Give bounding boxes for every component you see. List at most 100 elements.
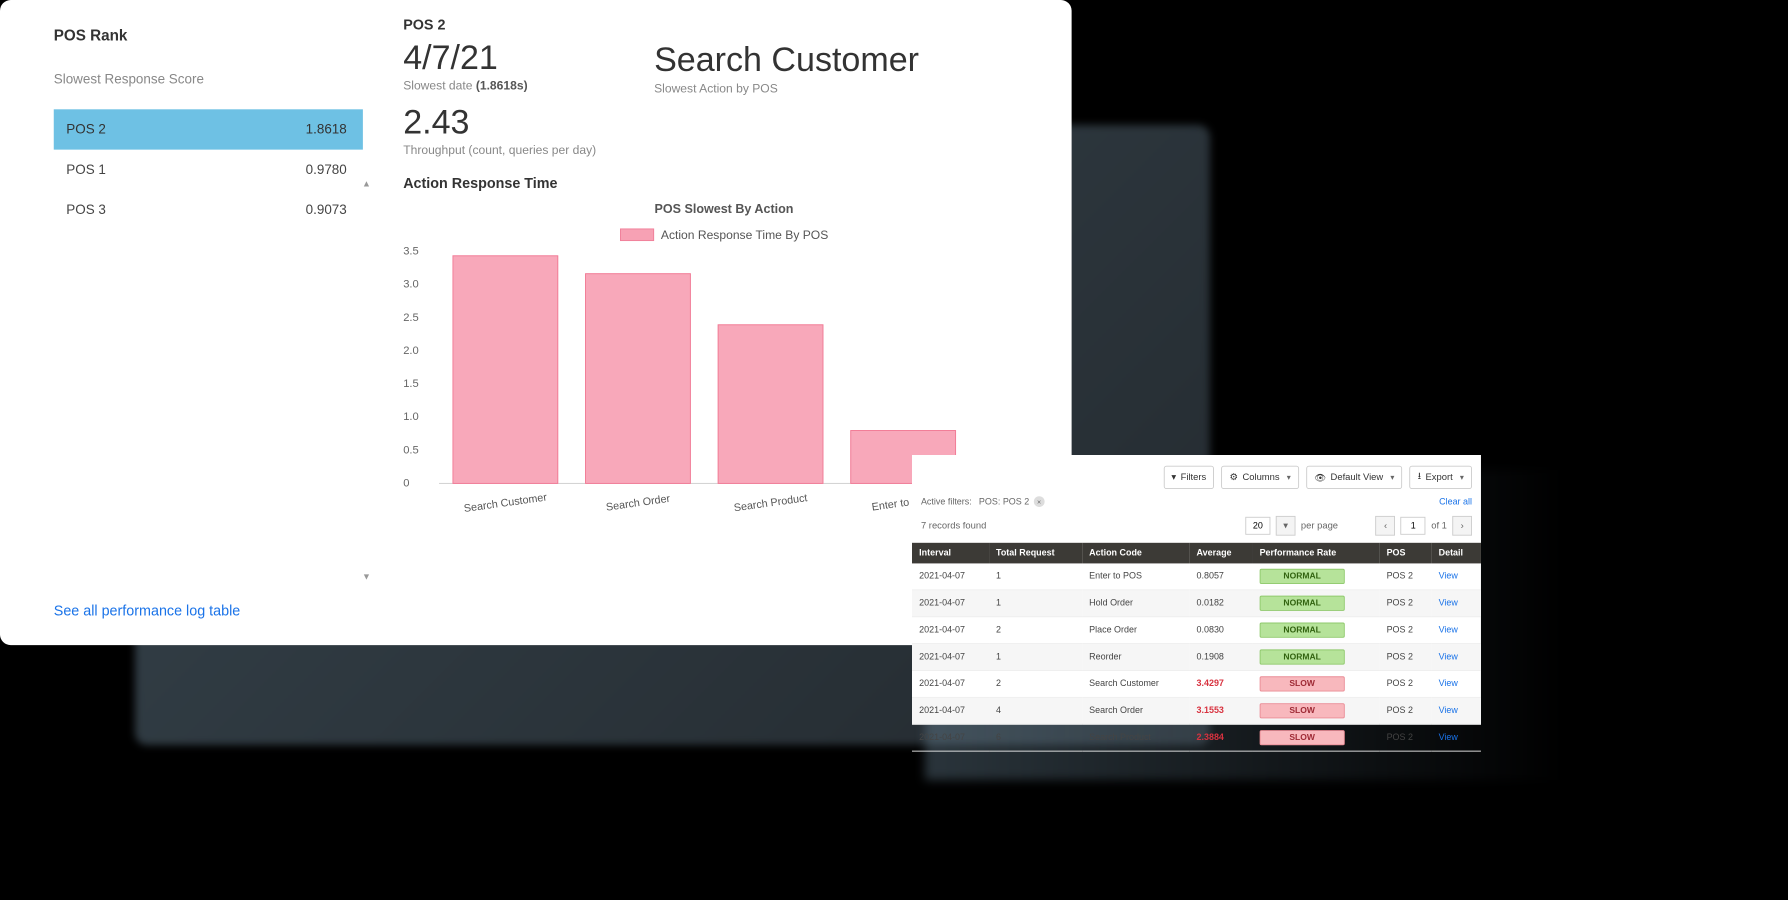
view-detail-link[interactable]: View bbox=[1439, 733, 1458, 743]
throughput-value: 2.43 bbox=[403, 106, 1045, 142]
active-filter-chip-label: POS: POS 2 bbox=[979, 497, 1029, 507]
performance-rate-badge: NORMAL bbox=[1260, 569, 1345, 584]
cell-action-code: Enter to POS bbox=[1082, 563, 1189, 589]
slowest-action-caption: Slowest Action by POS bbox=[654, 82, 919, 95]
gear-icon: ⚙ bbox=[1230, 472, 1238, 483]
rank-score: 1.8618 bbox=[306, 122, 347, 137]
table-column-header[interactable]: Detail bbox=[1431, 543, 1481, 564]
dashboard-card: POS Rank Slowest Response Score POS 21.8… bbox=[0, 0, 1072, 645]
cell-detail: View bbox=[1431, 644, 1481, 671]
records-found-label: 7 records found bbox=[921, 520, 986, 531]
table-column-header[interactable]: Average bbox=[1189, 543, 1252, 564]
view-button[interactable]: 👁 Default View bbox=[1306, 466, 1402, 489]
cell-action-code: Reorder bbox=[1082, 644, 1189, 671]
table-column-header[interactable]: POS bbox=[1379, 543, 1431, 564]
view-detail-link[interactable]: View bbox=[1439, 571, 1458, 581]
page-size-dropdown-button[interactable]: ▾ bbox=[1276, 516, 1296, 536]
cell-average: 2.3884 bbox=[1189, 724, 1252, 751]
rank-row[interactable]: POS 21.8618 bbox=[54, 109, 363, 149]
cell-pos: POS 2 bbox=[1379, 563, 1431, 589]
slowest-action-value: Search Customer bbox=[654, 41, 919, 80]
rank-row[interactable]: POS 30.9073 bbox=[54, 190, 363, 230]
pos-rank-sidebar: POS Rank Slowest Response Score POS 21.8… bbox=[0, 0, 376, 645]
cell-performance-rate: NORMAL bbox=[1252, 590, 1379, 617]
throughput-caption: Throughput (count, queries per day) bbox=[403, 143, 1045, 156]
cell-interval: 2021-04-07 bbox=[912, 724, 989, 751]
cell-performance-rate: SLOW bbox=[1252, 670, 1379, 697]
cell-total-request: 1 bbox=[989, 563, 1082, 589]
y-axis-tick: 2.5 bbox=[403, 311, 419, 324]
sidebar-subtitle: Slowest Response Score bbox=[54, 72, 377, 87]
y-axis-tick: 3.0 bbox=[403, 278, 419, 291]
legend-swatch-icon bbox=[620, 229, 654, 242]
slowest-date-caption: Slowest date (1.8618s) bbox=[403, 79, 618, 92]
rank-score: 0.9073 bbox=[306, 202, 347, 217]
filters-button[interactable]: ▾ Filters bbox=[1163, 466, 1214, 489]
bar-slot: Search Order bbox=[572, 251, 705, 484]
table-row: 2021-04-071Reorder0.1908NORMALPOS 2View bbox=[912, 644, 1481, 671]
view-detail-link[interactable]: View bbox=[1439, 598, 1458, 608]
cell-average: 0.8057 bbox=[1189, 563, 1252, 589]
view-detail-link[interactable]: View bbox=[1439, 625, 1458, 635]
table-column-header[interactable]: Interval bbox=[912, 543, 989, 564]
table-column-header[interactable]: Action Code bbox=[1082, 543, 1189, 564]
page-number-input[interactable] bbox=[1401, 517, 1426, 535]
view-detail-link[interactable]: View bbox=[1439, 679, 1458, 689]
cell-interval: 2021-04-07 bbox=[912, 617, 989, 644]
y-axis-tick: 2.0 bbox=[403, 344, 419, 357]
prev-page-button[interactable]: ‹ bbox=[1376, 516, 1396, 536]
sidebar-scrollbar[interactable]: ▲ ▼ bbox=[363, 179, 370, 582]
table-header-row: IntervalTotal RequestAction CodeAverageP… bbox=[912, 543, 1481, 564]
table-body: 2021-04-071Enter to POS0.8057NORMALPOS 2… bbox=[912, 563, 1481, 751]
x-axis-label: Search Customer bbox=[463, 491, 548, 515]
filter-icon: ▾ bbox=[1171, 472, 1176, 483]
cell-performance-rate: SLOW bbox=[1252, 697, 1379, 724]
view-button-label: Default View bbox=[1331, 472, 1384, 483]
page-size-input[interactable] bbox=[1245, 517, 1270, 535]
export-icon: ⭳ bbox=[1418, 469, 1421, 485]
cell-action-code: Search Order bbox=[1082, 697, 1189, 724]
cell-performance-rate: SLOW bbox=[1252, 724, 1379, 751]
cell-pos: POS 2 bbox=[1379, 617, 1431, 644]
table-row: 2021-04-076Search Product2.3884SLOWPOS 2… bbox=[912, 724, 1481, 751]
table-column-header[interactable]: Performance Rate bbox=[1252, 543, 1379, 564]
next-page-button[interactable]: › bbox=[1452, 516, 1472, 536]
cell-detail: View bbox=[1431, 697, 1481, 724]
see-all-performance-link[interactable]: See all performance log table bbox=[54, 604, 240, 620]
cell-interval: 2021-04-07 bbox=[912, 670, 989, 697]
cell-action-code: Place Order bbox=[1082, 617, 1189, 644]
y-axis-tick: 3.5 bbox=[403, 245, 419, 258]
cell-average: 0.1908 bbox=[1189, 644, 1252, 671]
cell-pos: POS 2 bbox=[1379, 644, 1431, 671]
rank-name: POS 2 bbox=[66, 122, 305, 137]
columns-button[interactable]: ⚙ Columns bbox=[1221, 466, 1298, 489]
selected-pos-label: POS 2 bbox=[403, 18, 1045, 34]
view-detail-link[interactable]: View bbox=[1439, 706, 1458, 716]
cell-total-request: 2 bbox=[989, 617, 1082, 644]
clear-all-filters-link[interactable]: Clear all bbox=[1439, 497, 1472, 507]
cell-pos: POS 2 bbox=[1379, 724, 1431, 751]
cell-detail: View bbox=[1431, 590, 1481, 617]
chart-title: POS Slowest By Action bbox=[403, 202, 1045, 216]
chart-bar bbox=[585, 273, 691, 483]
table-row: 2021-04-072Place Order0.0830 NORMAL POS 2 V… bbox=[912, 617, 1481, 644]
table-row: 2021-04-071Enter to POS0.8057NORMALPOS 2… bbox=[912, 563, 1481, 589]
rank-name: POS 3 bbox=[66, 202, 305, 217]
cell-interval: 2021-04-07 bbox=[912, 697, 989, 724]
table-column-header[interactable]: Total Request bbox=[989, 543, 1082, 564]
export-button[interactable]: ⭳ Export bbox=[1410, 466, 1472, 489]
remove-filter-icon[interactable]: × bbox=[1034, 496, 1045, 507]
performance-rate-badge: SLOW bbox=[1260, 730, 1345, 745]
cell-average: 0.0182 bbox=[1189, 590, 1252, 617]
sidebar-title: POS Rank bbox=[54, 27, 377, 45]
performance-rate-badge: NORMAL bbox=[1260, 623, 1345, 638]
slowest-date-caption-strong: (1.8618s) bbox=[476, 79, 528, 92]
cell-pos: POS 2 bbox=[1379, 697, 1431, 724]
rank-row[interactable]: POS 10.9780 bbox=[54, 150, 363, 190]
scroll-up-icon[interactable]: ▲ bbox=[362, 179, 371, 189]
performance-log-table-panel: ▾ Filters ⚙ Columns 👁 Default View ⭳ Exp… bbox=[912, 455, 1481, 724]
y-axis-tick: 1.0 bbox=[403, 410, 419, 423]
scroll-down-icon[interactable]: ▼ bbox=[362, 573, 371, 583]
view-detail-link[interactable]: View bbox=[1439, 652, 1458, 662]
cell-average: 0.0830 bbox=[1189, 617, 1252, 644]
